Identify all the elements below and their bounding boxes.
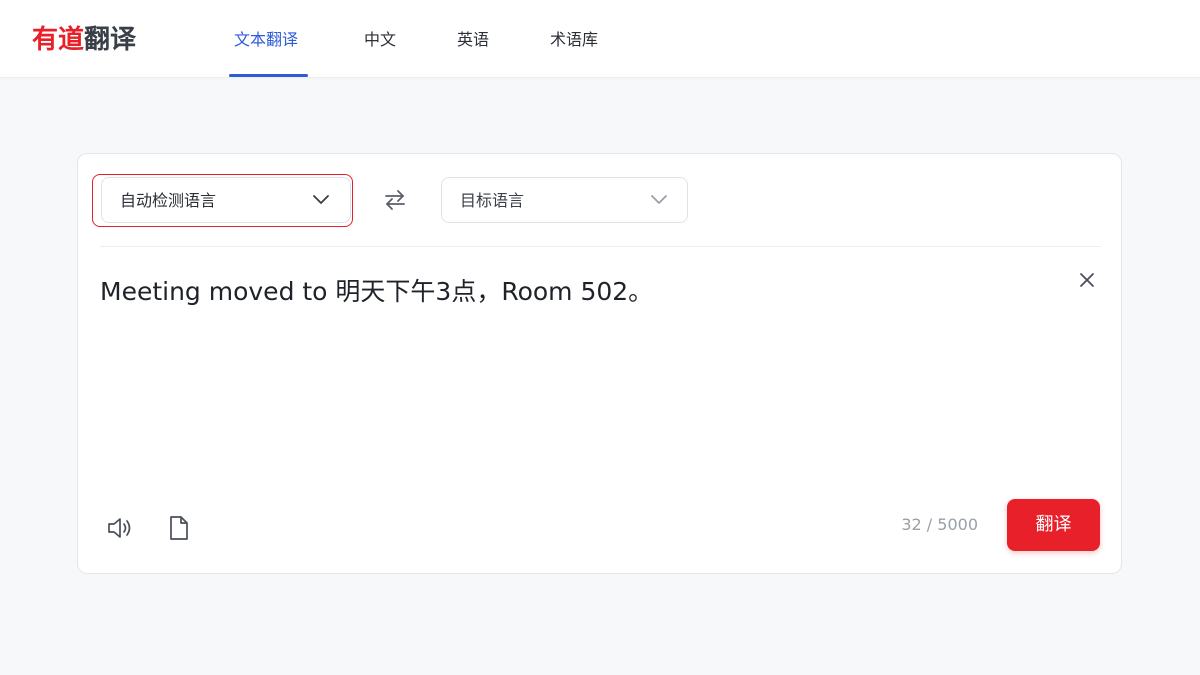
translate-button[interactable]: 翻译 bbox=[1007, 499, 1100, 551]
nav-tab-chinese[interactable]: 中文 bbox=[364, 28, 396, 52]
source-language-select[interactable]: 自动检测语言 bbox=[101, 177, 351, 223]
chevron-down-icon bbox=[651, 195, 667, 204]
toolbar-divider bbox=[100, 246, 1101, 247]
nav-tab-english[interactable]: 英语 bbox=[457, 28, 489, 52]
document-icon[interactable] bbox=[167, 515, 191, 541]
source-text-input[interactable]: Meeting moved to 明天下午3点，Room 502。 bbox=[100, 274, 1060, 310]
logo-part-brand: 有道 bbox=[32, 25, 85, 55]
chevron-down-icon bbox=[313, 195, 329, 204]
character-count: 32 / 5000 bbox=[901, 515, 978, 534]
target-language-select[interactable]: 目标语言 bbox=[441, 177, 688, 223]
logo[interactable]: 有道翻译 bbox=[32, 22, 136, 58]
nav-tab-text-translate[interactable]: 文本翻译 bbox=[234, 28, 298, 52]
active-tab-indicator bbox=[229, 74, 308, 77]
translation-card: 自动检测语言 目标语言 Meeting moved to 明天下午3点，Room… bbox=[77, 153, 1122, 574]
top-bar: 有道翻译 文本翻译 中文 英语 术语库 bbox=[0, 0, 1200, 78]
speaker-icon[interactable] bbox=[106, 515, 134, 541]
swap-arrows-icon[interactable] bbox=[382, 188, 408, 212]
source-language-label: 自动检测语言 bbox=[120, 191, 217, 210]
close-icon[interactable] bbox=[1077, 270, 1097, 290]
logo-part-product: 翻译 bbox=[84, 25, 137, 55]
nav-tab-glossary[interactable]: 术语库 bbox=[550, 28, 598, 52]
target-language-label: 目标语言 bbox=[460, 191, 525, 210]
